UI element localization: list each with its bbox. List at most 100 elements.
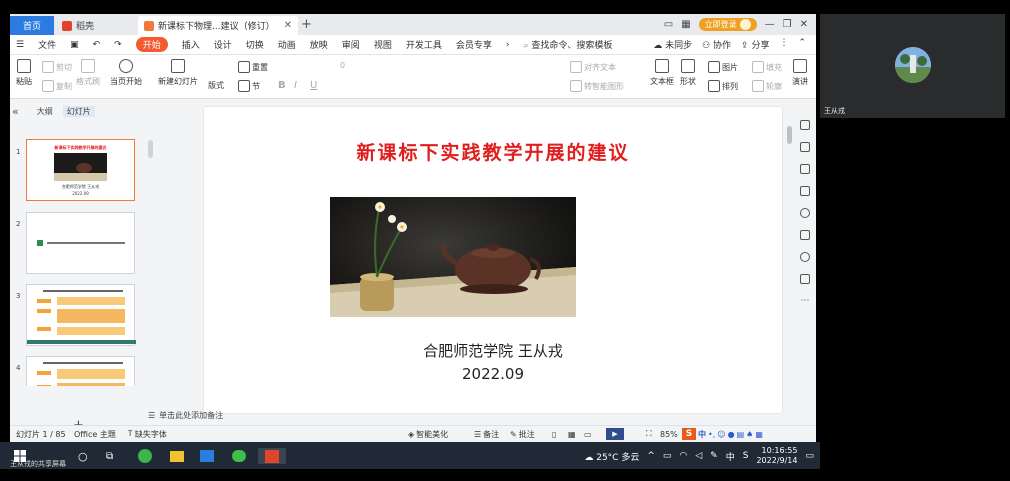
menu-slideshow[interactable]: 放映 <box>310 38 328 51</box>
collab-button[interactable]: ⚇ 协作 <box>702 38 731 51</box>
restore-icon[interactable]: ❐ <box>783 19 792 30</box>
menu-review[interactable]: 审阅 <box>342 38 360 51</box>
sogou-ime-icon[interactable]: S <box>682 428 696 440</box>
volume-icon[interactable]: ◁ <box>695 451 702 461</box>
file-explorer-icon[interactable] <box>170 448 184 464</box>
bold-button[interactable]: B <box>278 80 286 91</box>
weather-widget[interactable]: ☁ 25°C 多云 <box>584 450 639 463</box>
new-tab-button[interactable]: + <box>301 17 312 32</box>
reset-button[interactable]: 重置 <box>238 61 268 73</box>
close-window-icon[interactable]: ✕ <box>800 19 808 30</box>
arrange-button[interactable]: 排列 <box>708 80 738 92</box>
cube-icon[interactable] <box>800 274 810 284</box>
menu-insert[interactable]: 插入 <box>182 38 200 51</box>
login-button[interactable]: 立即登录 <box>698 18 757 31</box>
pin-icon[interactable] <box>800 164 810 174</box>
slide-thumbnail-1[interactable]: 新课标下实践教学开展的建议 合肥师范学院 王从戎 2022.09 <box>26 139 135 201</box>
tab-docer[interactable]: 稻壳 <box>56 16 134 35</box>
network-icon[interactable]: ▭ <box>663 451 672 461</box>
style-icon[interactable] <box>800 120 810 130</box>
collapse-pane-icon[interactable]: « <box>12 105 19 118</box>
menu-developer[interactable]: 开发工具 <box>406 38 442 51</box>
normal-view-icon[interactable]: ▯ <box>552 430 556 439</box>
slide-date[interactable]: 2022.09 <box>204 365 782 383</box>
minimize-icon[interactable]: — <box>765 19 775 30</box>
wps-app-icon[interactable] <box>258 448 286 464</box>
font-size-box[interactable]: 0 <box>340 61 345 70</box>
image-icon[interactable] <box>800 230 810 240</box>
section-button[interactable]: 节 <box>238 80 260 92</box>
command-search[interactable]: ⌕ 查找命令、搜索模板 <box>523 38 612 51</box>
more-options-icon[interactable]: ⋮ <box>779 38 788 51</box>
ime-s-icon[interactable]: S <box>743 451 749 461</box>
fit-window-icon[interactable]: ⛶ <box>646 429 652 439</box>
keyboard-icon[interactable]: ▤ <box>737 430 745 439</box>
copy-format-icon[interactable] <box>800 186 810 196</box>
slideshow-button[interactable]: ▶ <box>606 428 624 440</box>
shape-button[interactable]: 形状 <box>680 59 696 87</box>
menu-icon[interactable]: ☰ <box>16 40 24 50</box>
save-icon[interactable]: ▣ <box>70 40 79 50</box>
redo-icon[interactable]: ↷ <box>114 40 122 50</box>
menu-file[interactable]: 文件 <box>38 38 56 51</box>
mic-icon[interactable]: ● <box>728 430 735 439</box>
slide-title[interactable]: 新课标下实践教学开展的建议 <box>204 138 782 165</box>
ime-punct-icon[interactable]: •, <box>708 430 715 439</box>
slide-thumbnail-4[interactable] <box>26 356 135 386</box>
align-text-button[interactable]: 对齐文本 <box>570 61 616 73</box>
notes-area[interactable]: ☰ 单击此处添加备注 <box>148 408 788 422</box>
underline-button[interactable]: U <box>310 80 317 91</box>
comments-button[interactable]: ✎ 批注 <box>510 429 535 440</box>
close-tab-icon[interactable]: ✕ <box>284 20 292 31</box>
task-view-icon[interactable]: ⧉ <box>106 448 113 464</box>
reading-view-icon[interactable]: ▭ <box>584 430 592 439</box>
clock[interactable]: 10:16:55 2022/9/14 <box>756 446 797 466</box>
tab-slides[interactable]: 幻灯片 <box>62 105 95 117</box>
grid-icon[interactable]: ▦ <box>681 19 690 30</box>
slide-thumbnail-3[interactable] <box>26 284 136 346</box>
picture-button[interactable]: 图片 <box>708 61 738 73</box>
zoom-level[interactable]: 85% <box>660 430 678 439</box>
theme-name[interactable]: Office 主题 <box>74 429 116 440</box>
video-tile[interactable]: 王从戎 <box>820 14 1005 118</box>
play-from-current-button[interactable]: 当页开始 <box>110 59 142 87</box>
emoji-icon[interactable]: ☺ <box>717 430 725 439</box>
fill-button[interactable]: 填充 <box>752 61 782 73</box>
tray-chevron-icon[interactable]: ^ <box>647 451 655 461</box>
menu-animation[interactable]: 动画 <box>278 38 296 51</box>
canvas-scrollbar[interactable] <box>786 114 793 414</box>
collapse-ribbon-icon[interactable]: ⌃ <box>798 38 806 51</box>
menu-view[interactable]: 视图 <box>374 38 392 51</box>
slide-canvas[interactable]: 新课标下实践教学开展的建议 合肥师范学院 王从戎 2022.09 <box>204 107 782 413</box>
slide-thumbnail-2[interactable] <box>26 212 135 274</box>
notes-toggle-button[interactable]: ☰ 备注 <box>474 429 499 440</box>
undo-icon[interactable]: ↶ <box>93 40 101 50</box>
meeting-app-icon[interactable] <box>200 448 214 464</box>
new-slide-button[interactable]: 新建幻灯片 <box>158 59 198 87</box>
tab-home[interactable]: 首页 <box>10 16 54 35</box>
ime-lang[interactable]: 中 <box>698 429 706 440</box>
tab-outline[interactable]: 大纲 <box>37 106 53 117</box>
text-box-button[interactable]: 文本框 <box>650 59 674 87</box>
wechat-app-icon[interactable] <box>232 448 246 464</box>
menu-member[interactable]: 会员专享 <box>456 38 492 51</box>
more-tools-icon[interactable]: ⋯ <box>800 296 810 306</box>
sorter-view-icon[interactable]: ▦ <box>568 430 576 439</box>
slides-pane-scrollbar[interactable] <box>148 140 153 158</box>
copy-button[interactable]: 复制 <box>42 80 72 92</box>
browser-app-icon[interactable] <box>138 448 152 464</box>
menu-home[interactable]: 开始 <box>135 37 168 52</box>
outline-button[interactable]: 轮廓 <box>752 80 782 92</box>
sync-status[interactable]: ☁ 未同步 <box>653 38 692 51</box>
search-taskbar-icon[interactable]: ○ <box>78 448 88 464</box>
missing-font-button[interactable]: Ꭲ 缺失字体 <box>128 429 167 440</box>
slide-author[interactable]: 合肥师范学院 王从戎 <box>204 340 782 361</box>
italic-button[interactable]: I <box>294 80 297 91</box>
format-painter-button[interactable]: 格式刷 <box>76 59 100 87</box>
layout-button[interactable]: 版式 <box>208 80 224 91</box>
location-icon[interactable] <box>800 252 810 262</box>
menu-design[interactable]: 设计 <box>214 38 232 51</box>
skin-icon[interactable]: ♠ <box>746 430 753 439</box>
paste-button[interactable]: 粘贴 <box>16 59 32 87</box>
teapot-photo[interactable] <box>330 197 576 317</box>
